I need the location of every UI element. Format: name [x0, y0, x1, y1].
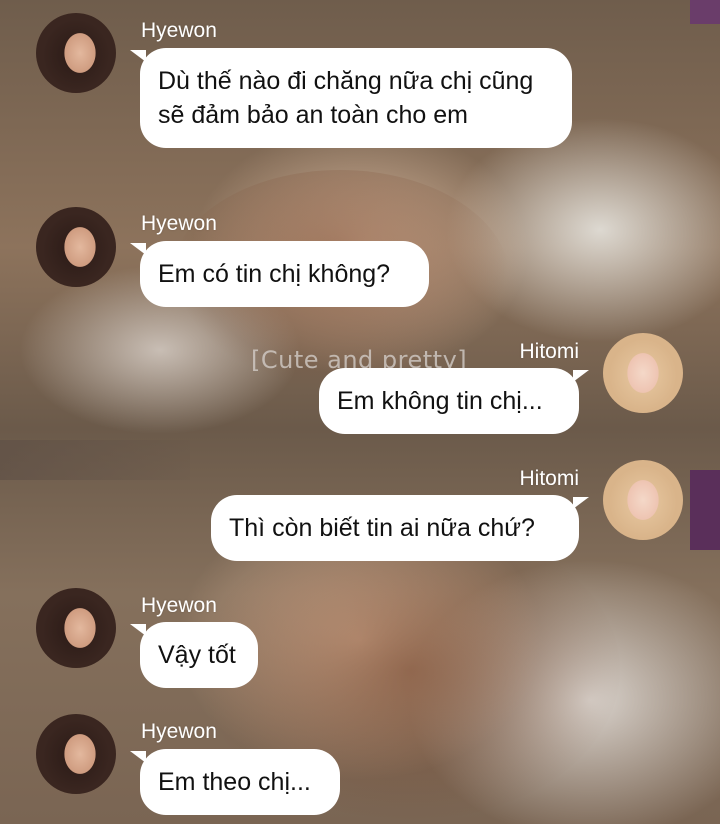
avatar-hyewon[interactable] — [36, 714, 116, 794]
sender-name: Hitomi — [519, 340, 579, 363]
message-bubble[interactable]: Dù thế nào đi chăng nữa chị cũng sẽ đảm … — [130, 48, 572, 148]
sender-name: Hyewon — [141, 720, 217, 743]
message-bubble[interactable]: Em có tin chị không? — [130, 241, 429, 307]
message-bubble[interactable]: Thì còn biết tin ai nữa chứ? — [211, 495, 589, 561]
background-sign — [0, 440, 190, 480]
message-bubble[interactable]: Em không tin chị... — [319, 368, 589, 434]
background-sign — [690, 0, 720, 24]
avatar-hitomi[interactable] — [603, 460, 683, 540]
sender-name: Hitomi — [519, 467, 579, 490]
sender-name: Hyewon — [141, 19, 217, 42]
avatar-hyewon[interactable] — [36, 13, 116, 93]
sender-name: Hyewon — [141, 594, 217, 617]
avatar-hitomi[interactable] — [603, 333, 683, 413]
sender-name: Hyewon — [141, 212, 217, 235]
message-bubble[interactable]: Em theo chị... — [130, 749, 340, 815]
background-sign — [690, 470, 720, 550]
message-bubble[interactable]: Vậy tốt — [130, 622, 258, 688]
avatar-hyewon[interactable] — [36, 588, 116, 668]
avatar-hyewon[interactable] — [36, 207, 116, 287]
